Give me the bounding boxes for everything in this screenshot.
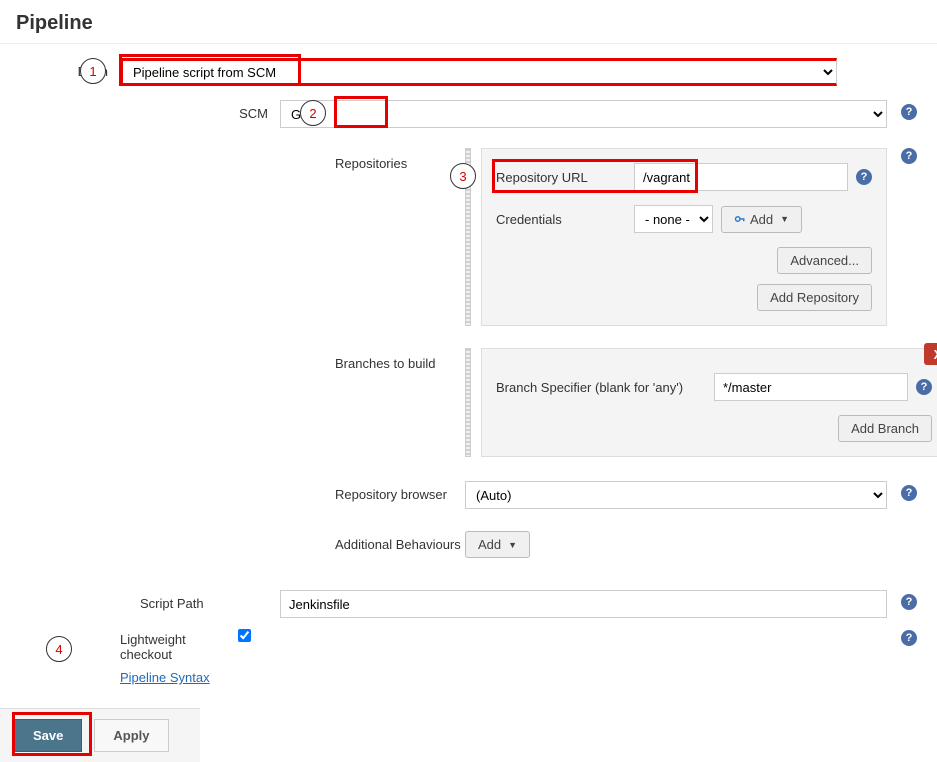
callout-3: 3: [450, 163, 476, 189]
add-behaviour-button[interactable]: Add ▼: [465, 531, 530, 558]
chevron-down-icon: ▼: [508, 540, 517, 550]
drag-handle[interactable]: [465, 348, 471, 457]
lightweight-checkbox[interactable]: [238, 629, 251, 642]
help-icon[interactable]: ?: [901, 630, 917, 646]
repo-url-row: 3 Repository URL ?: [496, 163, 872, 191]
add-repository-button[interactable]: Add Repository: [757, 284, 872, 311]
help-icon[interactable]: ?: [901, 485, 917, 501]
repository-panel: 3 Repository URL ? Credentials - none - …: [481, 148, 887, 326]
callout-2: 2: [300, 100, 326, 126]
branch-specifier-label: Branch Specifier (blank for 'any'): [496, 380, 706, 395]
lightweight-label: Lightweight checkout: [0, 626, 232, 662]
branches-label: Branches to build: [0, 350, 465, 371]
scm-label: SCM: [0, 100, 280, 121]
branches-block: X Branch Specifier (blank for 'any') ? A…: [465, 348, 887, 457]
script-path-row: Script Path ?: [0, 586, 937, 622]
additional-behaviours-row: Additional Behaviours Add ▼: [0, 527, 937, 562]
apply-button[interactable]: Apply: [94, 719, 168, 752]
help-icon[interactable]: ?: [901, 148, 917, 164]
add-credentials-label: Add: [750, 212, 773, 227]
pipeline-form: Defin 1 Pipeline script from SCM /* refi…: [0, 44, 937, 698]
definition-select[interactable]: Pipeline script from SCM: [120, 58, 837, 86]
add-behaviour-label: Add: [478, 537, 501, 552]
callout-1: 1: [80, 58, 106, 84]
repo-browser-row: Repository browser (Auto) ?: [0, 477, 937, 513]
callout-4: 4: [46, 636, 72, 662]
help-icon[interactable]: ?: [901, 594, 917, 610]
help-icon[interactable]: ?: [901, 104, 917, 120]
additional-behaviours-label: Additional Behaviours: [0, 531, 465, 552]
branch-specifier-input[interactable]: [714, 373, 908, 401]
credentials-label: Credentials: [496, 212, 626, 227]
repo-url-label: Repository URL: [496, 170, 626, 185]
credentials-select[interactable]: - none -: [634, 205, 713, 233]
repositories-block: 3 Repository URL ? Credentials - none - …: [465, 148, 887, 326]
section-title: Pipeline: [0, 0, 937, 44]
add-branch-button[interactable]: Add Branch: [838, 415, 932, 442]
definition-row: Defin 1 Pipeline script from SCM: [0, 54, 937, 90]
delete-branch-button[interactable]: X: [924, 343, 937, 365]
key-icon: [734, 213, 746, 225]
advanced-button[interactable]: Advanced...: [777, 247, 872, 274]
credentials-row: Credentials - none - Add ▼: [496, 205, 872, 233]
save-button[interactable]: Save: [14, 719, 82, 752]
repositories-label: Repositories: [0, 150, 460, 171]
help-icon[interactable]: ?: [856, 169, 872, 185]
repo-browser-select[interactable]: (Auto): [465, 481, 887, 509]
scm-select[interactable]: Git: [280, 100, 887, 128]
pipeline-syntax-row: Pipeline Syntax: [0, 666, 937, 698]
add-credentials-button[interactable]: Add ▼: [721, 206, 802, 233]
repo-browser-label: Repository browser: [0, 481, 465, 502]
footer-buttons: Save Apply: [0, 708, 200, 762]
branch-panel: X Branch Specifier (blank for 'any') ? A…: [481, 348, 937, 457]
pipeline-syntax-link[interactable]: Pipeline Syntax: [120, 670, 210, 685]
help-icon[interactable]: ?: [916, 379, 932, 395]
lightweight-row: Lightweight checkout ? 4: [0, 622, 937, 666]
chevron-down-icon: ▼: [780, 214, 789, 224]
repo-url-input[interactable]: [634, 163, 848, 191]
script-path-label: Script Path: [0, 590, 280, 611]
script-path-input[interactable]: [280, 590, 887, 618]
branch-specifier-row: Branch Specifier (blank for 'any') ?: [496, 373, 932, 401]
scm-row: SCM 2 Git ?: [0, 96, 937, 132]
